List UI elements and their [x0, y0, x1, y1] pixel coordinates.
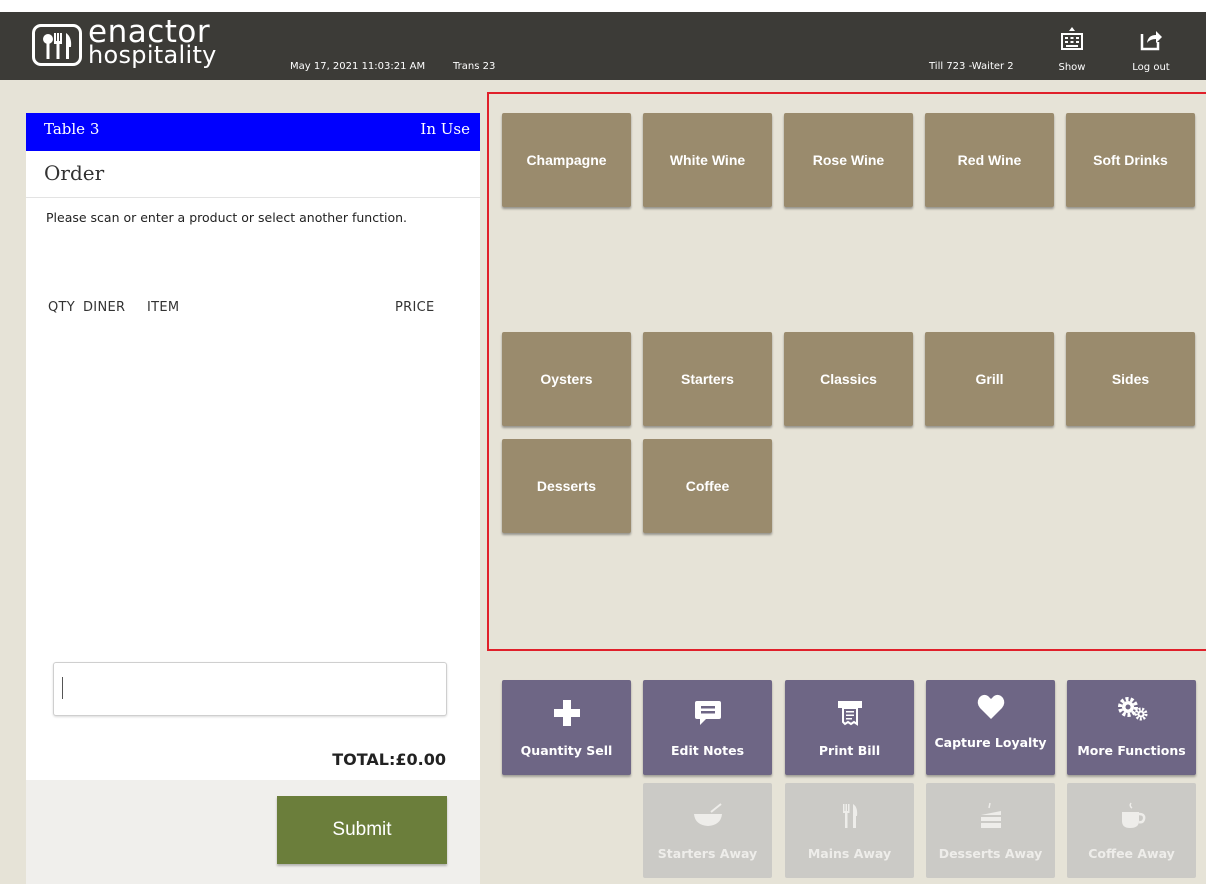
capture-loyalty-button[interactable]: Capture Loyalty — [926, 680, 1055, 775]
desserts-away-button[interactable]: Desserts Away — [926, 783, 1055, 878]
cake-icon — [980, 802, 1001, 828]
submit-area: Submit — [26, 780, 480, 884]
gears-icon — [1117, 697, 1147, 721]
quantity-sell-label: Quantity Sell — [520, 743, 613, 758]
coffee-away-button[interactable]: Coffee Away — [1067, 783, 1196, 878]
order-panel: Table 3 In Use Order Please scan or ente… — [26, 113, 480, 884]
menu-tile-rose-wine[interactable]: Rose Wine — [784, 113, 913, 207]
menu-tile-starters[interactable]: Starters — [643, 332, 772, 426]
menu-tile-coffee[interactable]: Coffee — [643, 439, 772, 533]
transaction-number: Trans 23 — [453, 61, 496, 72]
enactor-logo: enactor hospitality — [32, 16, 262, 72]
order-divider — [26, 197, 480, 198]
mains-away-button[interactable]: Mains Away — [785, 783, 914, 878]
menu-category-panel: Champagne White Wine Rose Wine Red Wine … — [487, 92, 1206, 651]
print-bill-label: Print Bill — [818, 743, 881, 758]
table-name: Table 3 — [44, 120, 100, 138]
coffee-cup-icon — [1121, 802, 1145, 828]
transaction-datetime: May 17, 2021 11:03:21 AM — [290, 61, 426, 72]
order-prompt: Please scan or enter a product or select… — [46, 210, 408, 225]
table-status: In Use — [420, 120, 470, 138]
desserts-away-label: Desserts Away — [938, 846, 1043, 861]
menu-tile-grill[interactable]: Grill — [925, 332, 1054, 426]
heart-icon — [977, 694, 1004, 719]
log-out-button[interactable]: Log out — [1124, 20, 1178, 78]
edit-notes-button[interactable]: Edit Notes — [643, 680, 772, 775]
show-keyboard-button[interactable]: Show — [1045, 20, 1099, 78]
print-bill-button[interactable]: Print Bill — [785, 680, 914, 775]
column-header-diner: DINER — [83, 300, 126, 315]
menu-tile-desserts[interactable]: Desserts — [502, 439, 631, 533]
menu-tile-classics[interactable]: Classics — [784, 332, 913, 426]
starters-away-button[interactable]: Starters Away — [643, 783, 772, 878]
show-label: Show — [1058, 62, 1086, 73]
capture-loyalty-label: Capture Loyalty — [934, 735, 1047, 750]
top-strip — [0, 0, 1206, 12]
cutlery-icon — [32, 24, 82, 66]
menu-tile-soft-drinks[interactable]: Soft Drinks — [1066, 113, 1195, 207]
quantity-sell-button[interactable]: Quantity Sell — [502, 680, 631, 775]
mains-away-label: Mains Away — [807, 846, 892, 861]
logout-icon — [1140, 31, 1162, 51]
more-functions-label: More Functions — [1077, 743, 1186, 758]
receipt-printer-icon — [837, 701, 862, 726]
menu-tile-champagne[interactable]: Champagne — [502, 113, 631, 207]
fork-knife-icon — [842, 804, 857, 828]
starters-away-label: Starters Away — [657, 846, 758, 861]
order-total: TOTAL:£0.00 — [332, 750, 446, 769]
more-functions-button[interactable]: More Functions — [1067, 680, 1196, 775]
app-header: enactor hospitality May 17, 2021 11:03:2… — [0, 12, 1206, 80]
till-waiter-info: Till 723 -Waiter 2 — [929, 61, 1014, 72]
menu-tile-oysters[interactable]: Oysters — [502, 332, 631, 426]
table-status-bar: Table 3 In Use — [26, 113, 480, 151]
menu-tile-white-wine[interactable]: White Wine — [643, 113, 772, 207]
edit-notes-label: Edit Notes — [670, 743, 745, 758]
menu-tile-red-wine[interactable]: Red Wine — [925, 113, 1054, 207]
plus-icon — [553, 700, 580, 726]
order-title: Order — [44, 161, 105, 185]
submit-button[interactable]: Submit — [277, 796, 447, 864]
function-panel: Quantity Sell Edit Notes Print Bill Capt… — [487, 665, 1206, 884]
keyboard-icon — [1061, 27, 1083, 50]
column-header-qty: QTY — [48, 300, 76, 315]
bowl-icon — [693, 803, 722, 826]
log-out-label: Log out — [1132, 62, 1170, 73]
column-header-price: PRICE — [395, 300, 435, 315]
menu-tile-sides[interactable]: Sides — [1066, 332, 1195, 426]
column-header-item: ITEM — [147, 300, 180, 315]
coffee-away-label: Coffee Away — [1088, 846, 1175, 861]
logo-text-hospitality: hospitality — [88, 41, 217, 69]
note-bubble-icon — [694, 701, 721, 725]
product-scan-input[interactable] — [53, 662, 447, 716]
text-caret — [62, 677, 63, 699]
